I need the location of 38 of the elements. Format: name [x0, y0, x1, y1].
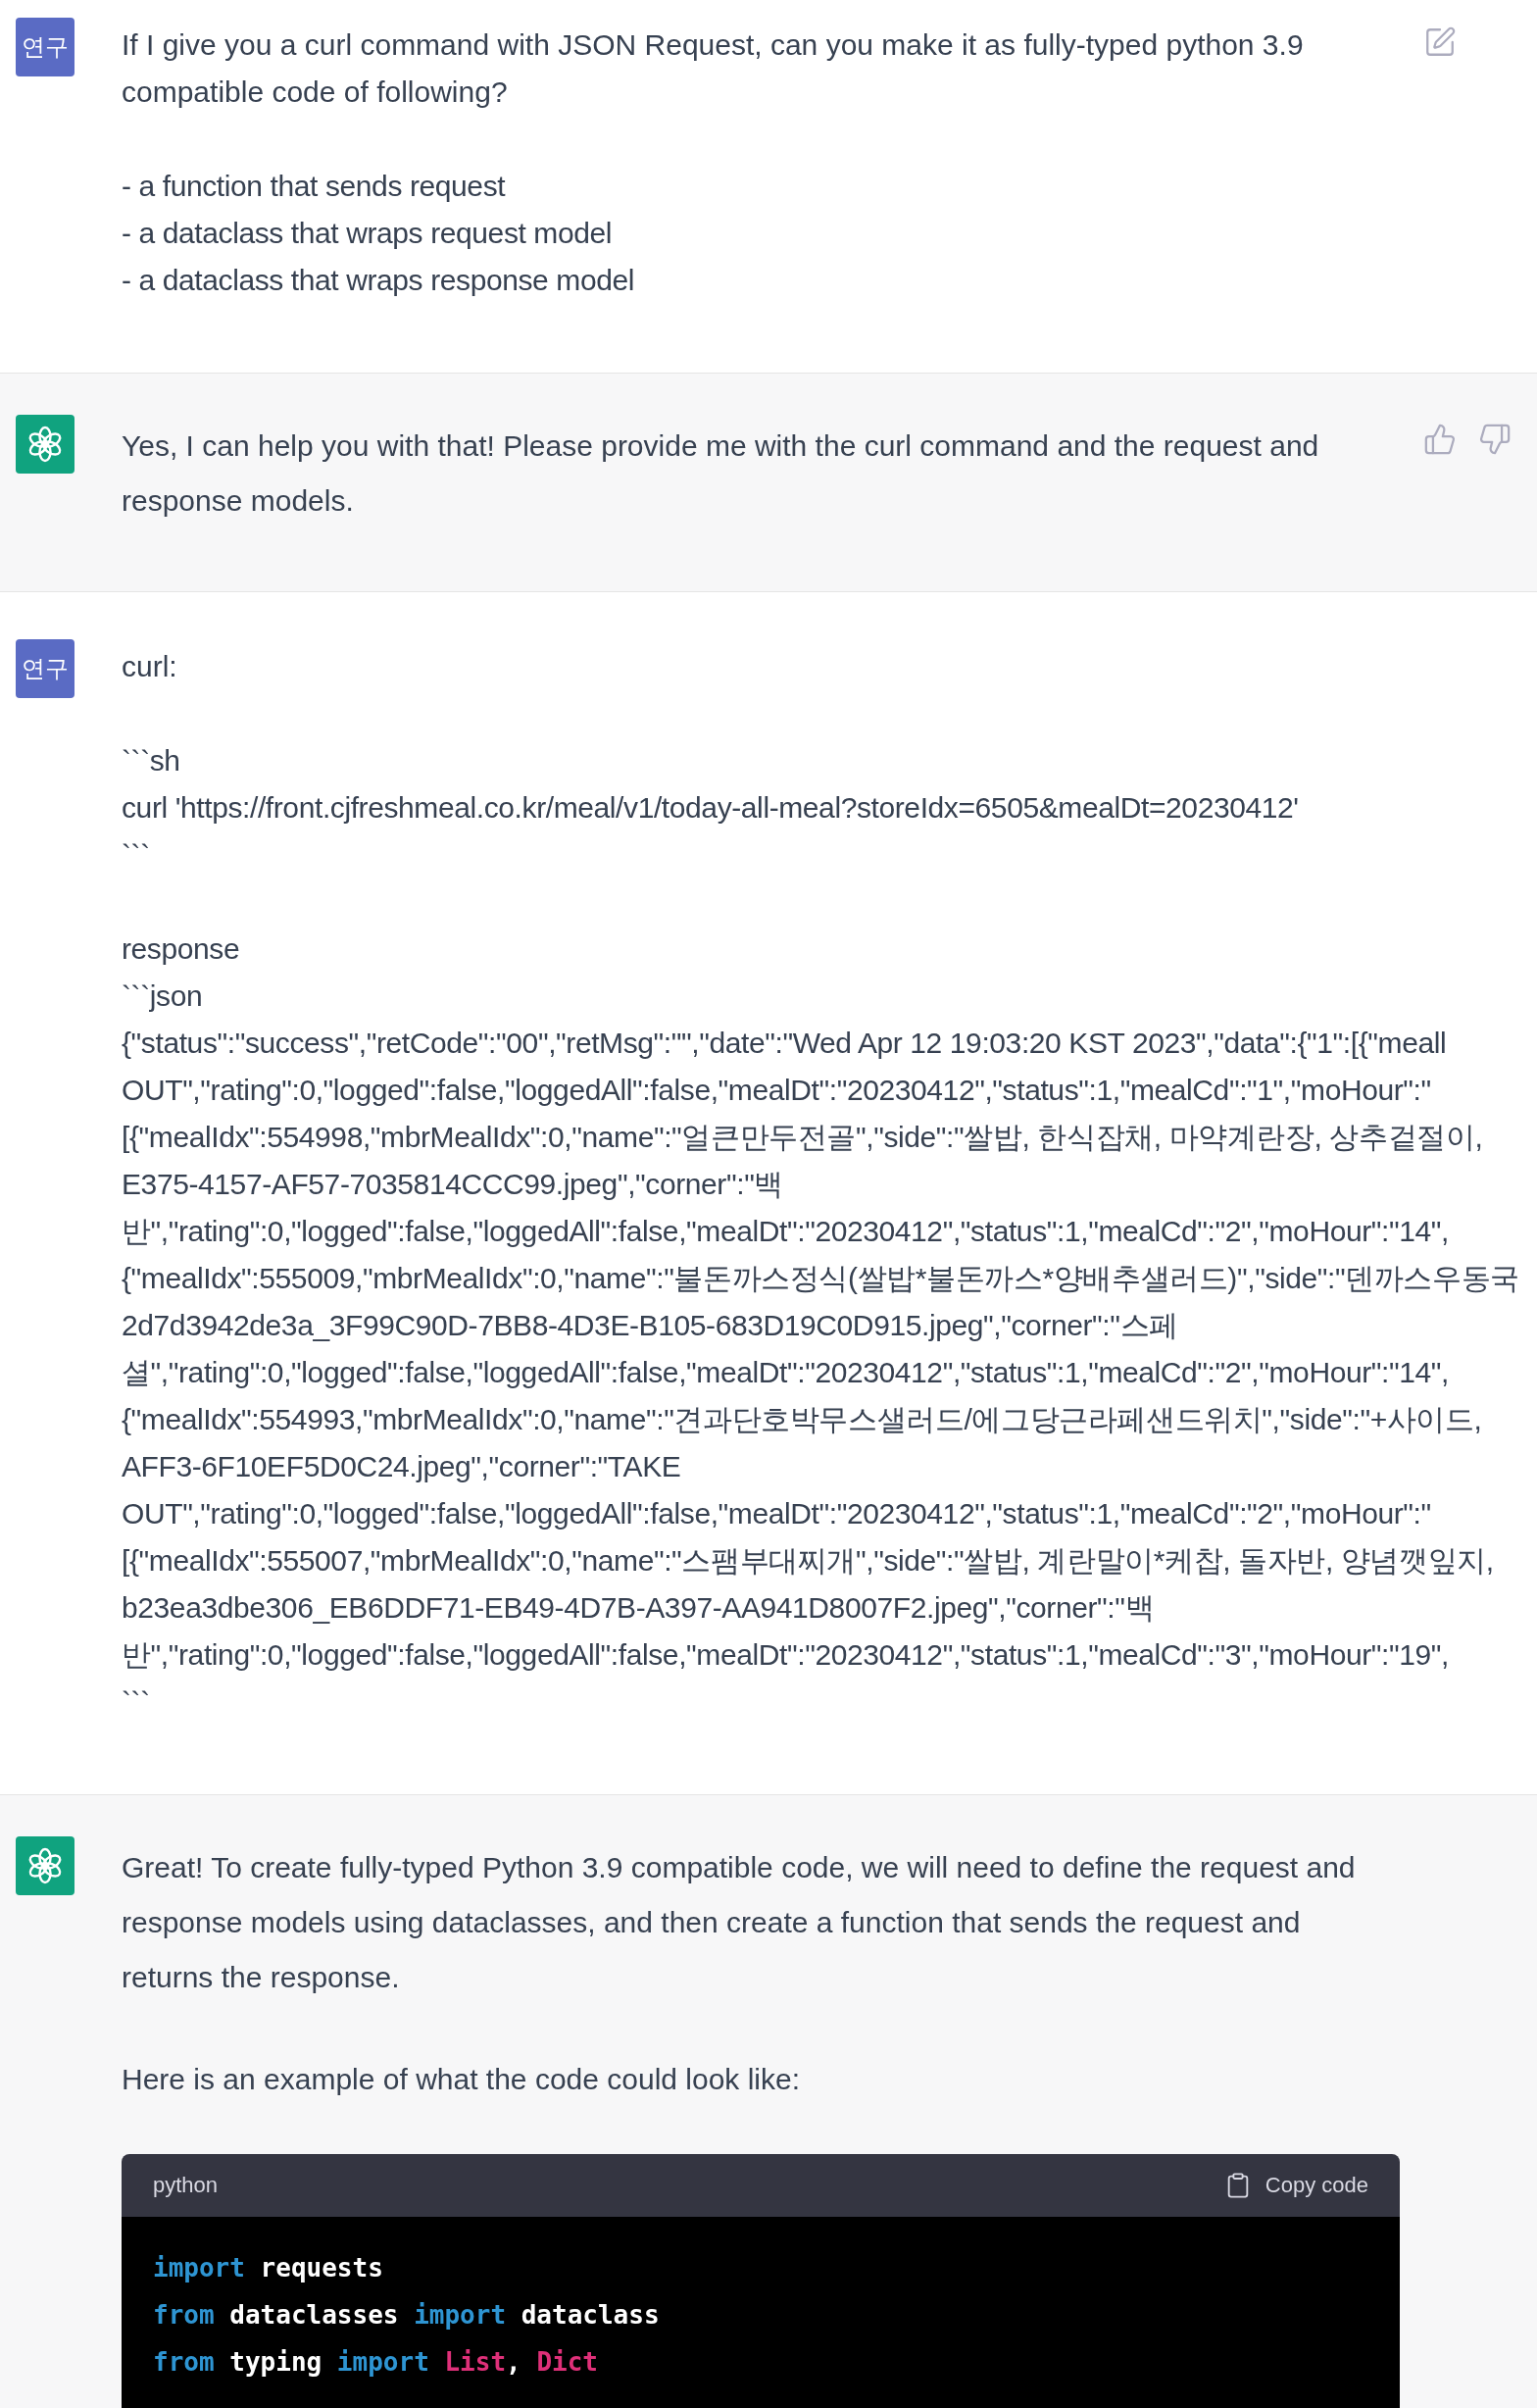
message-text: Great! To create fully-typed Python 3.9 compatible code, we will need to define the request and response models using dataclasses, and then create a function that sends the request and returns the response. — [122, 1850, 1357, 1995]
user-avatar: 연구 — [16, 18, 74, 76]
message-line: ``` — [122, 1684, 150, 1720]
message-line: 반","rating":0,"logged":false,"loggedAll":false,"mealDt":"20230412","status":1,"mealCd":"2","moHour":"14", — [122, 1214, 1449, 1249]
message-line: - a dataclass that wraps response model — [122, 263, 634, 298]
message-text: If I give you a curl command with JSON Request, can you make it as fully-typed python 3.9 compatible code of following? — [122, 27, 1305, 110]
message-line: ```sh — [122, 743, 180, 778]
message-text: Yes, I can help you with that! Please provide me with the curl command and the request and response models. — [122, 428, 1320, 519]
message-line: [{"mealIdx":555007,"mbrMealIdx":0,"name":"스팸부대찌개","side":"쌀밥, 계란말이*케찹, 돌자반, 양념깻잎지, — [122, 1543, 1494, 1579]
code-line: from typing import List, Dict — [153, 2346, 599, 2379]
message-line: OUT","rating":0,"logged":false,"loggedAll":false,"mealDt":"20230412","status":1,"mealCd":"2","moHour":" — [122, 1496, 1431, 1531]
thumbs-up-icon[interactable] — [1423, 423, 1457, 456]
message-line: - a function that sends request — [122, 169, 506, 204]
message-line: b23ea3dbe306_EB6DDF71-EB49-4D7B-A397-AA941D8007F2.jpeg","corner":"백 — [122, 1590, 1155, 1626]
message-line: OUT","rating":0,"logged":false,"loggedAll":false,"mealDt":"20230412","status":1,"mealCd":"1","moHour":" — [122, 1073, 1431, 1108]
message-line: AFF3-6F10EF5D0C24.jpeg","corner":"TAKE — [122, 1449, 681, 1484]
message-text: Here is an example of what the code could look like: — [122, 2062, 802, 2097]
message-line: curl 'https://front.cjfreshmeal.co.kr/meal/v1/today-all-meal?storeIdx=6505&mealDt=20230412' — [122, 790, 1299, 826]
code-language: python — [153, 2172, 219, 2199]
message-line: {"mealIdx":554993,"mbrMealIdx":0,"name":"견과단호박무스샐러드/에그당근라페샌드위치","side":"+사이드, — [122, 1402, 1482, 1437]
message-line: 2d7d3942de3a_3F99C90D-7BB8-4D3E-B105-683D19C0D915.jpeg","corner":"스페 — [122, 1308, 1178, 1343]
copy-code-button[interactable]: Copy code — [1223, 2158, 1368, 2213]
message-line: {"mealIdx":555009,"mbrMealIdx":0,"name":"불돈까스정식(쌀밥*불돈까스*양배추샐러드)","side":"덴까스우동국 — [122, 1261, 1519, 1296]
message-line: {"status":"success","retCode":"00","retMsg":"","date":"Wed Apr 12 19:03:20 KST 2023","data":{"1":[{"meall — [122, 1026, 1447, 1061]
message-line: ``` — [122, 837, 150, 873]
message-line: ```json — [122, 978, 203, 1014]
thumbs-down-icon[interactable] — [1478, 423, 1512, 456]
edit-icon[interactable] — [1423, 25, 1457, 59]
message-line: 반","rating":0,"logged":false,"loggedAll":false,"mealDt":"20230412","status":1,"mealCd":"3","moHour":"19", — [122, 1637, 1449, 1673]
message-line: response — [122, 931, 240, 967]
user-avatar: 연구 — [16, 639, 74, 698]
code-line: from dataclasses import dataclass — [153, 2299, 661, 2332]
message-line: [{"mealIdx":554998,"mbrMealIdx":0,"name":"얼큰만두전골","side":"쌀밥, 한식잡채, 마약계란장, 상추겉절이, — [122, 1120, 1483, 1155]
message-line: E375-4157-AF57-7035814CCC99.jpeg","corner":"백 — [122, 1167, 783, 1202]
code-line: import requests — [153, 2252, 384, 2284]
message-text: curl: — [122, 649, 178, 684]
message-line: - a dataclass that wraps request model — [122, 216, 613, 251]
message-line: 셜","rating":0,"logged":false,"loggedAll":false,"mealDt":"20230412","status":1,"mealCd":"2","moHour":"14", — [122, 1355, 1449, 1390]
